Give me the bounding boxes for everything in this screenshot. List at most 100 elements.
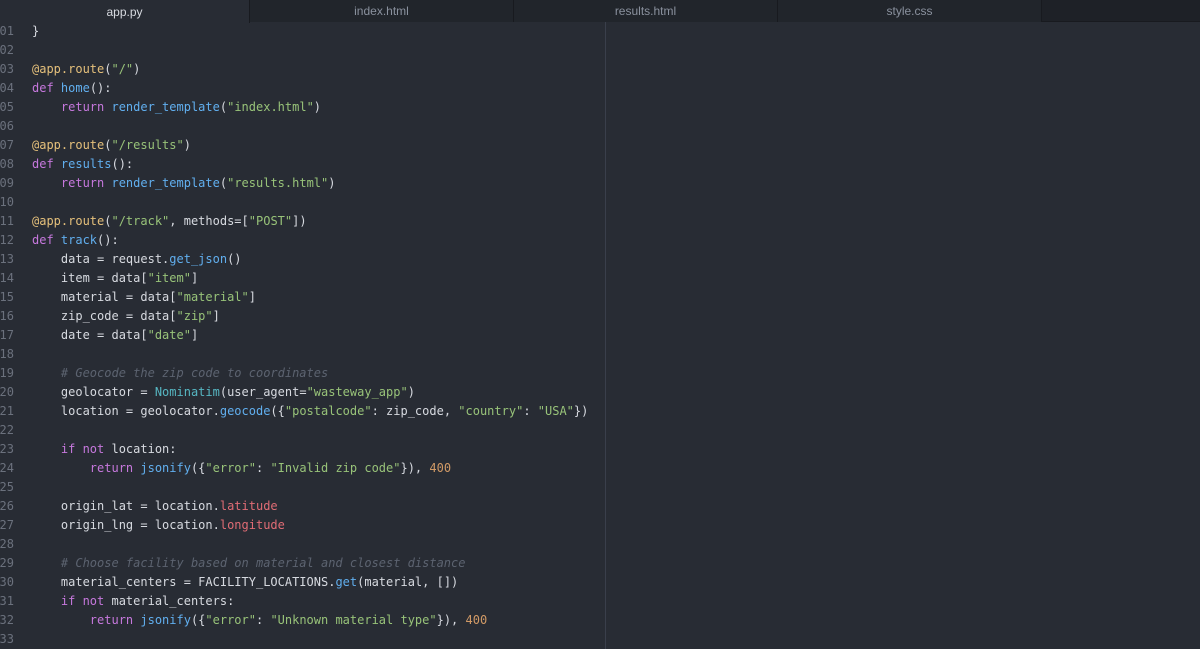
code-token: }	[32, 24, 40, 38]
code-token: ():	[97, 233, 119, 247]
line-number: 30	[0, 575, 14, 589]
line-number: 05	[0, 100, 14, 114]
tab-label: style.css	[886, 4, 933, 18]
code-line[interactable]: 24 return jsonify({"error": "Invalid zip…	[0, 459, 605, 478]
code-text: @app.route("/results")	[32, 136, 191, 155]
code-line[interactable]: 05 return render_template("index.html")	[0, 98, 605, 117]
code-token: origin_lat = location.	[32, 499, 220, 513]
code-line[interactable]: 22	[0, 421, 605, 440]
tab-style-css[interactable]: style.css	[778, 0, 1042, 22]
code-token: )	[328, 176, 336, 190]
line-number: 12	[0, 233, 14, 247]
code-line[interactable]: 13 data = request.get_json()	[0, 250, 605, 269]
line-number: 27	[0, 518, 14, 532]
code-token: }),	[400, 461, 430, 475]
line-number: 03	[0, 62, 14, 76]
code-token: ]	[190, 271, 199, 285]
line-number: 25	[0, 480, 14, 494]
code-line[interactable]: 32 return jsonify({"error": "Unknown mat…	[0, 611, 605, 630]
split-editor-pane[interactable]	[605, 22, 1200, 649]
code-token: "material"	[176, 290, 249, 304]
code-token: material_centers:	[111, 594, 235, 608]
code-line[interactable]: 08 def results():	[0, 155, 605, 174]
tab-label: index.html	[354, 4, 409, 18]
code-text: # Choose facility based on material and …	[32, 554, 466, 573]
code-line[interactable]: 12 def track():	[0, 231, 605, 250]
code-line[interactable]: 20 geolocator = Nominatim(user_agent="wa…	[0, 383, 605, 402]
code-text: zip_code = data["zip"]	[32, 307, 220, 326]
code-line[interactable]: 17 date = data["date"]	[0, 326, 605, 345]
code-line[interactable]: 23 if not location:	[0, 440, 605, 459]
code-line[interactable]: 15 material = data["material"]	[0, 288, 605, 307]
line-number: 26	[0, 499, 14, 513]
code-token: item = data[	[32, 271, 148, 285]
code-text: location = geolocator.geocode({"postalco…	[32, 402, 588, 421]
code-text: return jsonify({"error": "Unknown materi…	[32, 611, 487, 630]
code-line[interactable]: 29 # Choose facility based on material a…	[0, 554, 605, 573]
code-text: origin_lat = location.latitude	[32, 497, 278, 516]
code-line[interactable]: 33	[0, 630, 605, 649]
line-number: 29	[0, 556, 14, 570]
code-token: ]	[212, 309, 220, 323]
code-line[interactable]: 06	[0, 117, 605, 136]
code-token: get_json	[169, 252, 228, 266]
code-line[interactable]: 01}	[0, 22, 605, 41]
code-line[interactable]: 03 @app.route("/")	[0, 60, 605, 79]
code-text: return jsonify({"error": "Invalid zip co…	[32, 459, 451, 478]
code-token: @app.route	[32, 214, 105, 228]
code-token: # Choose facility based on material and …	[32, 556, 466, 570]
code-line[interactable]: 16 zip_code = data["zip"]	[0, 307, 605, 326]
code-token: location = geolocator.	[32, 404, 220, 418]
code-token: "/track"	[111, 214, 170, 228]
code-token: "/results"	[111, 138, 184, 152]
code-line[interactable]: 04 def home():	[0, 79, 605, 98]
code-editor-pane[interactable]: 01} 02 03 @app.route("/") 04 def home(): 05 re…	[0, 22, 605, 649]
code-token: ({	[190, 461, 206, 475]
code-token: def	[32, 81, 61, 95]
code-text: origin_lng = location.longitude	[32, 516, 285, 535]
code-token: render_template	[111, 176, 220, 190]
line-number: 08	[0, 157, 14, 171]
code-token: "error"	[205, 613, 256, 627]
tab-index-html[interactable]: index.html	[250, 0, 514, 22]
code-line[interactable]: 25	[0, 478, 605, 497]
code-text: # Geocode the zip code to coordinates	[32, 364, 328, 383]
code-text: material_centers = FACILITY_LOCATIONS.ge…	[32, 573, 458, 592]
code-token: jsonify	[140, 461, 191, 475]
code-line[interactable]: 31 if not material_centers:	[0, 592, 605, 611]
code-line[interactable]: 11 @app.route("/track", methods=["POST"])	[0, 212, 605, 231]
code-line[interactable]: 28	[0, 535, 605, 554]
code-line[interactable]: 21 location = geolocator.geocode({"posta…	[0, 402, 605, 421]
code-line[interactable]: 30 material_centers = FACILITY_LOCATIONS…	[0, 573, 605, 592]
line-number: 32	[0, 613, 14, 627]
tab-app-py[interactable]: app.py	[0, 0, 250, 23]
code-token: "Unknown material type"	[270, 613, 437, 627]
code-token: Nominatim	[154, 385, 220, 399]
code-line[interactable]: 10	[0, 193, 605, 212]
code-token: if not	[60, 442, 112, 456]
code-line[interactable]: 19 # Geocode the zip code to coordinates	[0, 364, 605, 383]
code-text: if not location:	[32, 440, 177, 459]
code-token: latitude	[219, 499, 278, 513]
code-line[interactable]: 27 origin_lng = location.longitude	[0, 516, 605, 535]
code-line[interactable]: 26 origin_lat = location.latitude	[0, 497, 605, 516]
code-line[interactable]: 02	[0, 41, 605, 60]
code-token: }),	[436, 613, 466, 627]
code-token: :	[255, 461, 271, 475]
code-line[interactable]: 07 @app.route("/results")	[0, 136, 605, 155]
code-token: "country"	[458, 404, 524, 418]
tab-results-html[interactable]: results.html	[514, 0, 778, 22]
line-number: 22	[0, 423, 14, 437]
code-line[interactable]: 18	[0, 345, 605, 364]
code-token: ]	[190, 328, 199, 342]
code-line[interactable]: 09 return render_template("results.html"…	[0, 174, 605, 193]
tab-label: app.py	[106, 4, 143, 19]
code-token: origin_lng = location.	[32, 518, 220, 532]
code-line[interactable]: 14 item = data["item"]	[0, 269, 605, 288]
code-text: @app.route("/track", methods=["POST"])	[32, 212, 307, 231]
code-token: : zip_code,	[371, 404, 459, 418]
tab-label: results.html	[614, 4, 677, 18]
code-token: :	[523, 404, 538, 418]
